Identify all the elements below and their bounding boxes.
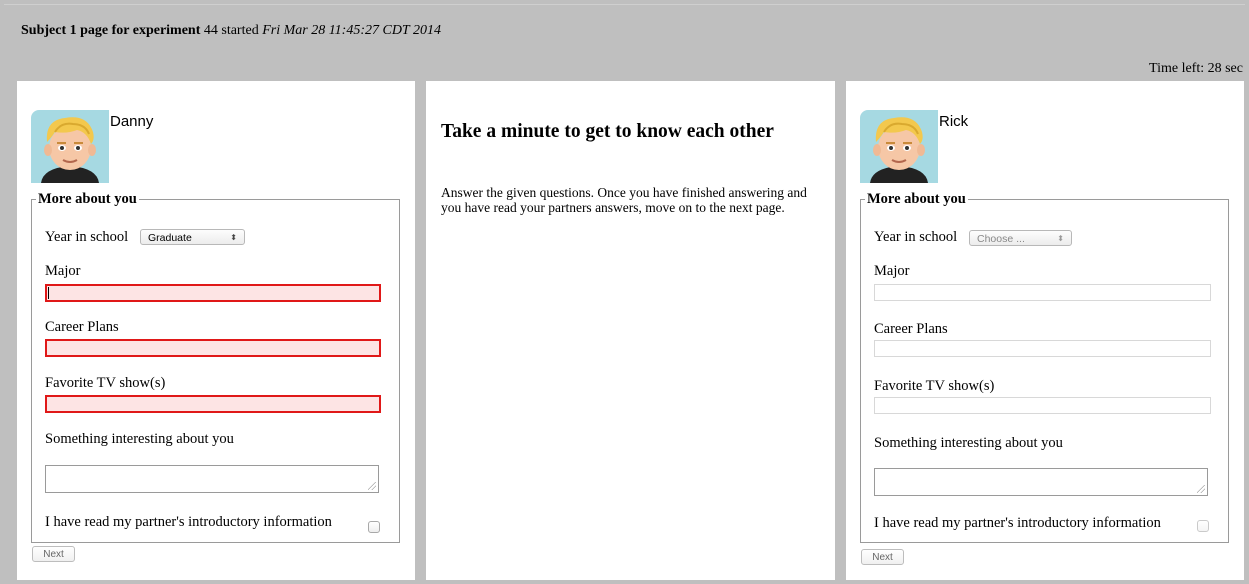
self-profile-panel: Danny More about you Year in school Grad…: [17, 81, 415, 580]
instructions-title: Take a minute to get to know each other: [441, 121, 774, 142]
year-select[interactable]: Graduate ⬍: [140, 229, 245, 245]
tv-input[interactable]: [45, 395, 381, 413]
major-label: Major: [45, 263, 81, 279]
career-input[interactable]: [45, 339, 381, 357]
cartoon-avatar-icon: [860, 110, 938, 183]
major-label: Major: [874, 263, 910, 279]
instructions-text: Answer the given questions. Once you hav…: [441, 185, 807, 215]
page-title: Subject 1 page for experiment 44 started…: [21, 23, 441, 39]
major-input[interactable]: [45, 284, 381, 302]
read-partner-checkbox[interactable]: [1197, 520, 1209, 532]
partner-name: Rick: [939, 113, 969, 130]
interesting-textarea[interactable]: [874, 468, 1208, 496]
career-input[interactable]: [874, 340, 1211, 357]
resize-grip-icon[interactable]: [1197, 485, 1205, 493]
avatar: [860, 110, 938, 183]
year-label: Year in school: [45, 229, 129, 245]
year-select[interactable]: Choose ... ⬍: [969, 230, 1072, 246]
up-down-arrows-icon: ⬍: [230, 233, 237, 242]
year-select-value: Choose ...: [977, 233, 1025, 245]
cartoon-avatar-icon: [31, 110, 109, 183]
resize-grip-icon[interactable]: [368, 482, 376, 490]
career-label: Career Plans: [874, 321, 948, 337]
title-timestamp: Fri Mar 28 11:45:27 CDT 2014: [262, 23, 441, 38]
fieldset-legend: More about you: [867, 191, 966, 207]
user-name: Danny: [110, 113, 154, 130]
read-partner-label: I have read my partner's introductory in…: [45, 514, 332, 530]
career-label: Career Plans: [45, 319, 119, 335]
text-caret: [48, 287, 49, 299]
up-down-arrows-icon: ⬍: [1057, 234, 1064, 243]
year-label: Year in school: [874, 229, 958, 245]
next-button[interactable]: Next: [32, 546, 75, 562]
avatar: [31, 110, 109, 183]
interesting-label: Something interesting about you: [45, 431, 234, 447]
tv-label: Favorite TV show(s): [874, 378, 995, 394]
major-input[interactable]: [874, 284, 1211, 301]
year-select-value: Graduate: [148, 232, 192, 244]
title-bold: Subject 1 page for experiment: [21, 23, 201, 38]
read-partner-checkbox[interactable]: [368, 521, 380, 533]
experiment-header: Subject 1 page for experiment 44 started…: [4, 4, 1245, 79]
instructions-panel: Take a minute to get to know each other …: [426, 81, 835, 580]
interesting-label: Something interesting about you: [874, 435, 1063, 451]
interesting-textarea[interactable]: [45, 465, 379, 493]
read-partner-label: I have read my partner's introductory in…: [874, 515, 1161, 531]
next-button[interactable]: Next: [861, 549, 904, 565]
tv-input[interactable]: [874, 397, 1211, 414]
fieldset-legend: More about you: [38, 191, 137, 207]
partner-profile-panel: Rick More about you Year in school Choos…: [846, 81, 1244, 580]
tv-label: Favorite TV show(s): [45, 375, 166, 391]
title-mid: 44 started: [200, 23, 263, 38]
time-left: Time left: 28 sec: [1149, 61, 1243, 76]
